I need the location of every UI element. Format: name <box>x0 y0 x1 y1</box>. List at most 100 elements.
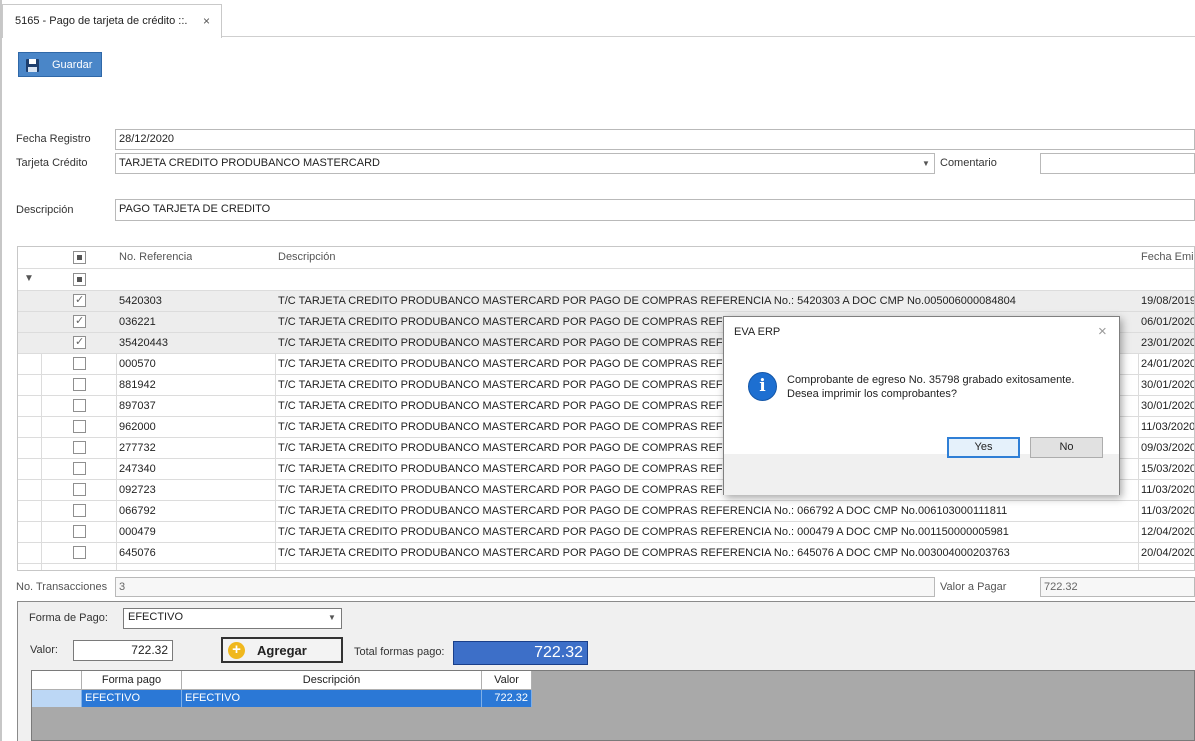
forma-pago-value: EFECTIVO <box>128 611 184 623</box>
header-descripcion-pago[interactable]: Descripción <box>182 671 482 690</box>
referencia-cell: 066792 <box>119 505 156 517</box>
descripcion-cell: T/C TARJETA CREDITO PRODUBANCO MASTERCAR… <box>278 505 1008 517</box>
descripcion-label: Descripción <box>16 204 74 216</box>
row-checkbox[interactable] <box>73 525 86 538</box>
close-icon[interactable]: × <box>1098 323 1107 340</box>
fecha-cell: 19/08/2019 <box>1141 295 1195 307</box>
referencia-cell: 277732 <box>119 442 156 454</box>
left-border <box>0 0 2 741</box>
row-checkbox[interactable] <box>73 335 86 349</box>
no-transacciones-field: 3 <box>115 577 935 597</box>
descripcion-cell: T/C TARJETA CREDITO PRODUBANCO MASTERCAR… <box>278 526 1009 538</box>
row-checkbox[interactable] <box>73 441 86 454</box>
dialog-title: EVA ERP <box>734 326 781 338</box>
no-button[interactable]: No <box>1030 437 1103 458</box>
valor-input[interactable]: 722.32 <box>73 640 173 661</box>
table-row[interactable]: 5420303 T/C TARJETA CREDITO PRODUBANCO MA… <box>18 291 1195 312</box>
agregar-button[interactable]: + Agregar <box>221 637 343 663</box>
fecha-registro-field[interactable]: 28/12/2020 <box>115 129 1195 150</box>
row-checkbox[interactable] <box>73 462 86 475</box>
save-button[interactable]: Guardar <box>18 52 102 77</box>
row-checkbox[interactable] <box>73 504 86 517</box>
fecha-cell: 30/01/2020 <box>1141 400 1195 412</box>
plus-circle-icon: + <box>228 642 245 659</box>
chevron-down-icon[interactable]: ▼ <box>922 159 930 168</box>
fecha-cell: 15/03/2020 <box>1141 463 1195 475</box>
referencia-cell: 962000 <box>119 421 156 433</box>
forma-pago-select[interactable]: EFECTIVO ▼ <box>123 608 342 629</box>
referencia-cell: 092723 <box>119 484 156 496</box>
header-descripcion[interactable]: Descripción <box>278 251 335 263</box>
referencia-cell: 000570 <box>119 358 156 370</box>
fecha-cell: 09/03/2020 <box>1141 442 1195 454</box>
yes-button[interactable]: Yes <box>947 437 1020 458</box>
fecha-cell: 06/01/2020 <box>1141 316 1195 328</box>
payment-grid-row[interactable]: EFECTIVO EFECTIVO 722.32 <box>32 690 532 707</box>
fecha-cell: 11/03/2020 <box>1141 484 1195 496</box>
descripcion-field[interactable]: PAGO TARJETA DE CREDITO <box>115 199 1195 221</box>
header-fecha-emision[interactable]: Fecha Emisi <box>1141 251 1194 263</box>
referencia-cell: 881942 <box>119 379 156 391</box>
grid-filter-row: ▼ <box>18 269 1194 291</box>
header-no-referencia[interactable]: No. Referencia <box>119 251 192 263</box>
row-checkbox[interactable] <box>73 314 86 328</box>
agregar-button-label: Agregar <box>257 643 307 658</box>
referencia-cell: 036221 <box>119 316 156 328</box>
message-dialog: EVA ERP × i Comprobante de egreso No. 35… <box>723 316 1120 495</box>
fecha-cell: 12/04/2020 <box>1141 526 1195 538</box>
row-checkbox[interactable] <box>73 378 86 391</box>
table-row[interactable]: 066792 T/C TARJETA CREDITO PRODUBANCO MAS… <box>18 501 1194 522</box>
comentario-label: Comentario <box>940 157 997 169</box>
dialog-message-line1: Comprobante de egreso No. 35798 grabado … <box>787 374 1075 386</box>
grid-header-row: No. Referencia Descripción Fecha Emisi <box>18 247 1194 269</box>
tab-pago-tarjeta[interactable]: 5165 - Pago de tarjeta de crédito ::. × <box>2 4 222 38</box>
referencia-cell: 35420443 <box>119 337 168 349</box>
valor-pagar-field: 722.32 <box>1040 577 1195 597</box>
filter-checkbox[interactable] <box>73 273 86 286</box>
floppy-disk-icon <box>26 59 39 72</box>
referencia-cell: 897037 <box>119 400 156 412</box>
fecha-cell: 30/01/2020 <box>1141 379 1195 391</box>
close-icon[interactable]: × <box>203 14 210 28</box>
chevron-down-icon[interactable]: ▼ <box>328 613 336 622</box>
fecha-cell: 23/01/2020 <box>1141 337 1195 349</box>
fecha-cell: 11/03/2020 <box>1141 421 1195 433</box>
header-forma-pago[interactable]: Forma pago <box>82 671 182 690</box>
valor-pagar-label: Valor a Pagar <box>940 581 1007 593</box>
row-checkbox[interactable] <box>73 420 86 433</box>
payment-forma-cell: EFECTIVO <box>82 690 182 707</box>
total-formas-pago-field: 722.32 <box>453 641 588 665</box>
referencia-cell: 645076 <box>119 547 156 559</box>
row-checkbox[interactable] <box>73 293 86 307</box>
tarjeta-credito-select[interactable]: TARJETA CREDITO PRODUBANCO MASTERCARD ▼ <box>115 153 935 174</box>
info-icon: i <box>748 372 777 401</box>
table-row[interactable]: 645076 T/C TARJETA CREDITO PRODUBANCO MAS… <box>18 543 1195 564</box>
tab-title: 5165 - Pago de tarjeta de crédito ::. <box>15 15 188 27</box>
referencia-cell: 000479 <box>119 526 156 538</box>
dialog-footer <box>724 454 1119 495</box>
comentario-field[interactable] <box>1040 153 1195 174</box>
no-transacciones-label: No. Transacciones <box>16 581 108 593</box>
payment-grid[interactable]: Forma pago Descripción Valor EFECTIVO EF… <box>31 670 1195 741</box>
descripcion-cell: T/C TARJETA CREDITO PRODUBANCO MASTERCAR… <box>278 295 1016 307</box>
select-all-checkbox[interactable] <box>73 251 86 264</box>
filter-icon[interactable]: ▼ <box>24 273 34 284</box>
row-checkbox[interactable] <box>73 399 86 412</box>
payment-grid-header: Forma pago Descripción Valor <box>32 671 532 690</box>
table-row[interactable]: 000479 T/C TARJETA CREDITO PRODUBANCO MAS… <box>18 522 1195 543</box>
valor-label: Valor: <box>30 644 58 656</box>
descripcion-cell: T/C TARJETA CREDITO PRODUBANCO MASTERCAR… <box>278 547 1010 559</box>
fecha-cell: 20/04/2020 <box>1141 547 1195 559</box>
row-checkbox[interactable] <box>73 357 86 370</box>
header-valor[interactable]: Valor <box>482 671 532 690</box>
row-checkbox[interactable] <box>73 483 86 496</box>
row-checkbox[interactable] <box>73 546 86 559</box>
payment-valor-cell: 722.32 <box>482 690 532 707</box>
payment-descripcion-cell: EFECTIVO <box>182 690 482 707</box>
fecha-registro-label: Fecha Registro <box>16 133 91 145</box>
tarjeta-credito-label: Tarjeta Crédito <box>16 157 88 169</box>
tarjeta-credito-value: TARJETA CREDITO PRODUBANCO MASTERCARD <box>119 157 380 169</box>
referencia-cell: 5420303 <box>119 295 162 307</box>
save-button-label: Guardar <box>52 59 93 71</box>
referencia-cell: 247340 <box>119 463 156 475</box>
